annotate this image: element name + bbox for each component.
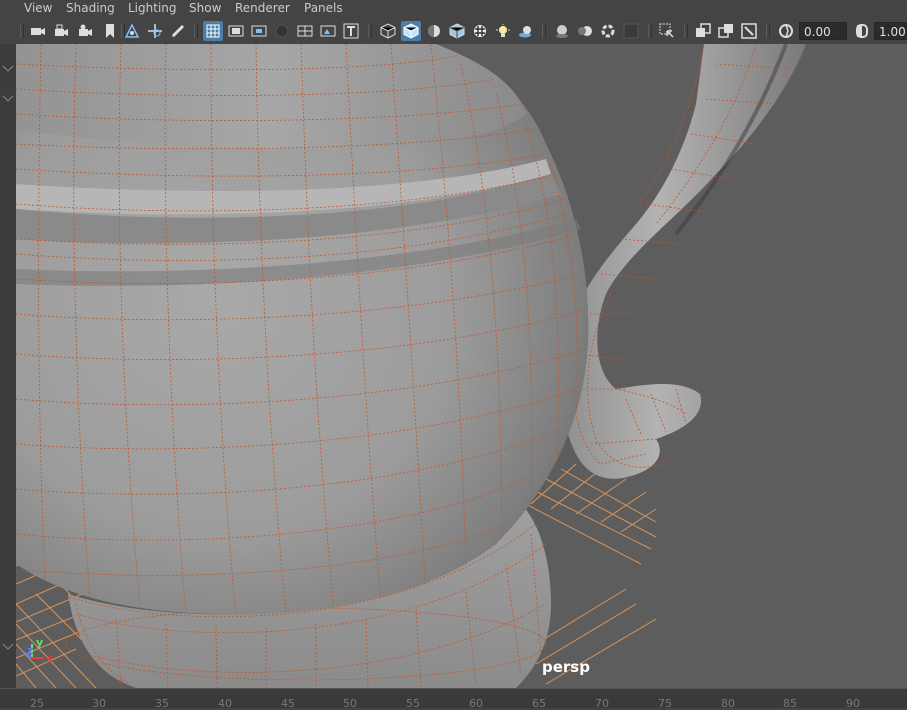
camera-label: persp: [542, 658, 590, 676]
gamma-field[interactable]: 1.00: [874, 22, 907, 40]
gate-mask-icon[interactable]: [272, 21, 292, 41]
exposure-icon[interactable]: [776, 21, 796, 41]
motion-blur-icon[interactable]: [575, 21, 595, 41]
use-all-lights-icon[interactable]: [493, 21, 513, 41]
bookmark-icon[interactable]: [100, 21, 120, 41]
timeline-tick: 65: [532, 697, 546, 710]
screen-space-ao-icon[interactable]: [552, 21, 572, 41]
timeline-tick: 35: [155, 697, 169, 710]
textured-icon[interactable]: [470, 21, 490, 41]
panel-toolbar: 0.00 1.00: [0, 18, 907, 45]
menu-shading[interactable]: Shading: [66, 1, 115, 15]
timeline-tick: 60: [469, 697, 483, 710]
safe-action-icon[interactable]: [318, 21, 338, 41]
exposure-field[interactable]: 0.00: [799, 22, 847, 40]
shadows-icon[interactable]: [516, 21, 536, 41]
isolate-select-icon[interactable]: [657, 21, 677, 41]
timeline-tick: 90: [846, 697, 860, 710]
timeline-tick: 30: [92, 697, 106, 710]
camera-attributes-icon[interactable]: [76, 21, 96, 41]
3d-viewport[interactable]: y z x persp: [16, 44, 907, 688]
panel-menubar: View Shading Lighting Show Renderer Pane…: [0, 0, 907, 18]
teapot-handle: [560, 44, 806, 479]
toolbar-separator: [684, 24, 688, 38]
field-chart-icon[interactable]: [295, 21, 315, 41]
timeline-tick: 70: [595, 697, 609, 710]
timeline-tick: 55: [406, 697, 420, 710]
scene: [16, 44, 806, 688]
chevron-down-icon[interactable]: [2, 643, 14, 650]
toolbar-separator: [20, 24, 24, 38]
toolbar-separator: [766, 24, 770, 38]
menu-show[interactable]: Show: [189, 1, 221, 15]
grid-icon[interactable]: [203, 21, 223, 41]
timeline-tick: 75: [658, 697, 672, 710]
wireframe-on-shaded-icon[interactable]: [447, 21, 467, 41]
timeline-ruler[interactable]: 25 30 35 40 45 50 55 60 65 70 75 80 85 9…: [0, 688, 907, 710]
select-camera-icon[interactable]: [28, 21, 48, 41]
toolbar-separator: [542, 24, 546, 38]
default-material-icon[interactable]: [424, 21, 444, 41]
lock-camera-icon[interactable]: [52, 21, 72, 41]
axis-y-label: y: [36, 636, 44, 649]
viewport-left-strip: [0, 44, 17, 688]
toolbar-separator: [368, 24, 372, 38]
chevron-down-icon[interactable]: [2, 95, 14, 102]
safe-title-icon[interactable]: [341, 21, 361, 41]
multisample-aa-icon[interactable]: [598, 21, 618, 41]
timeline-tick: 25: [30, 697, 44, 710]
toolbar-separator: [194, 24, 198, 38]
2d-pan-zoom-icon[interactable]: [145, 21, 165, 41]
timeline-tick: 40: [218, 697, 232, 710]
chevron-down-icon[interactable]: [2, 65, 14, 72]
teapot-body: [16, 44, 589, 615]
menu-view[interactable]: View: [24, 1, 52, 15]
gamma-icon[interactable]: [852, 21, 872, 41]
axis-x-label: x: [46, 652, 54, 665]
timeline-tick: 50: [343, 697, 357, 710]
wireframe-icon[interactable]: [378, 21, 398, 41]
xray-icon[interactable]: [693, 21, 713, 41]
menu-lighting[interactable]: Lighting: [128, 1, 177, 15]
timeline-tick: 80: [721, 697, 735, 710]
toolbar-separator: [648, 24, 652, 38]
film-gate-icon[interactable]: [226, 21, 246, 41]
axis-z-label: z: [27, 644, 34, 657]
image-plane-icon[interactable]: [122, 21, 142, 41]
xray-active-components-icon[interactable]: [716, 21, 736, 41]
timeline-tick: 45: [281, 697, 295, 710]
grease-pencil-icon[interactable]: [168, 21, 188, 41]
menu-renderer[interactable]: Renderer: [235, 1, 290, 15]
strip-markers: [2, 65, 14, 650]
menu-panels[interactable]: Panels: [304, 1, 343, 15]
smooth-shade-icon[interactable]: [401, 21, 421, 41]
timeline-tick: 85: [783, 697, 797, 710]
resolution-gate-icon[interactable]: [249, 21, 269, 41]
depth-of-field-icon[interactable]: [621, 21, 641, 41]
xray-joints-icon[interactable]: [739, 21, 759, 41]
